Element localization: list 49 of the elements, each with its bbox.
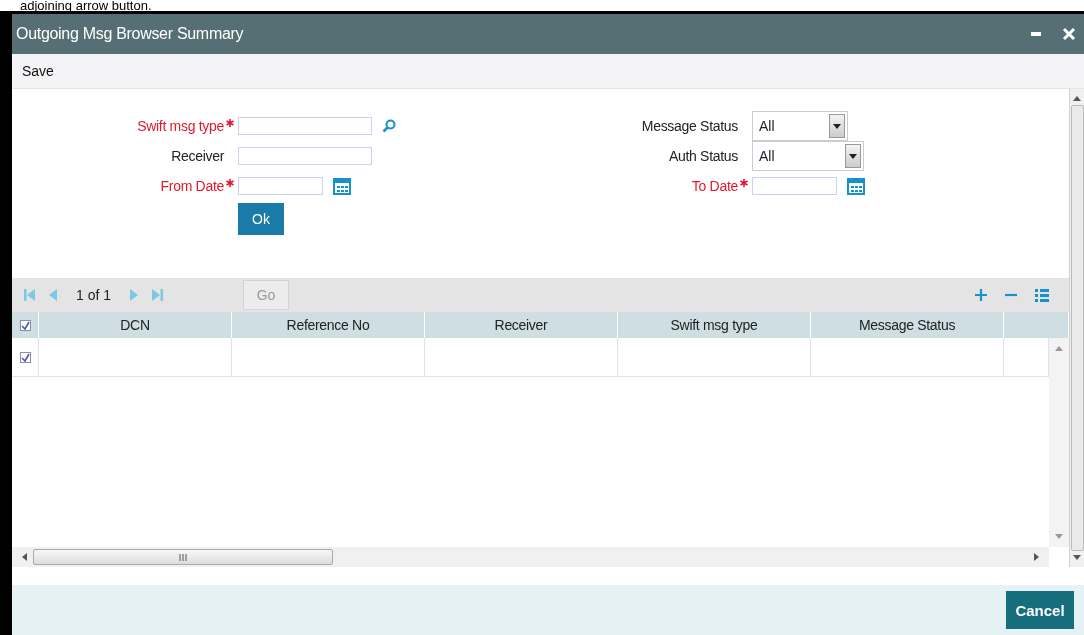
field-label: Receiver (170, 148, 224, 164)
scroll-left-icon[interactable] (22, 553, 27, 561)
checkbox[interactable] (19, 351, 31, 363)
window-title: Outgoing Msg Browser Summary (16, 25, 244, 43)
scroll-up-icon[interactable] (1073, 95, 1081, 101)
column-header[interactable]: DCN (39, 312, 232, 338)
dropdown-arrow-icon[interactable] (833, 123, 841, 129)
input-field[interactable] (238, 147, 372, 165)
scroll-down-icon[interactable] (1073, 555, 1081, 561)
last-page-icon[interactable] (151, 289, 164, 301)
scroll-right-icon[interactable] (1034, 553, 1039, 561)
cancel-button[interactable]: Cancel (1006, 591, 1074, 629)
dropdown[interactable]: All (752, 141, 864, 171)
add-icon[interactable] (975, 289, 987, 301)
field-label: To Date (690, 178, 738, 194)
date-field[interactable] (238, 177, 323, 195)
column-header[interactable]: Message Status (811, 312, 1004, 338)
first-page-icon[interactable] (24, 289, 36, 301)
required-icon (226, 179, 234, 187)
date-field[interactable] (752, 177, 837, 195)
checkbox[interactable] (19, 319, 31, 331)
next-page-icon[interactable] (129, 289, 140, 301)
dropdown[interactable]: All (752, 111, 848, 141)
field-label: From Date (159, 178, 224, 194)
column-header[interactable]: Swift msg type (618, 312, 811, 338)
required-icon (226, 119, 234, 127)
caption-text: adjoining arrow button. (19, 0, 153, 11)
page-indicator: 1 of 1 (76, 287, 112, 303)
calendar-icon[interactable] (847, 177, 865, 195)
field-label: Auth Status (667, 148, 738, 164)
save-button[interactable]: Save (12, 63, 64, 79)
search-icon[interactable] (382, 119, 396, 133)
calendar-icon[interactable] (333, 177, 351, 195)
ok-button[interactable]: Ok (238, 203, 284, 235)
column-header[interactable]: Reference No (232, 312, 425, 338)
checkmark-icon (20, 320, 30, 330)
column-header[interactable]: Receiver (425, 312, 618, 338)
field-label: Swift msg type (136, 118, 224, 134)
list-icon[interactable] (1035, 288, 1049, 302)
input-field[interactable] (238, 117, 372, 135)
checkmark-icon (20, 352, 30, 362)
horizontal-scrollbar[interactable] (12, 547, 1049, 567)
scroll-thumb[interactable] (33, 549, 333, 565)
previous-page-icon[interactable] (48, 289, 58, 301)
field-label: Message Status (640, 118, 738, 134)
dropdown-arrow-icon[interactable] (849, 153, 857, 159)
required-icon (740, 179, 748, 187)
close-icon[interactable] (1062, 27, 1076, 41)
grip-icon (179, 553, 187, 561)
